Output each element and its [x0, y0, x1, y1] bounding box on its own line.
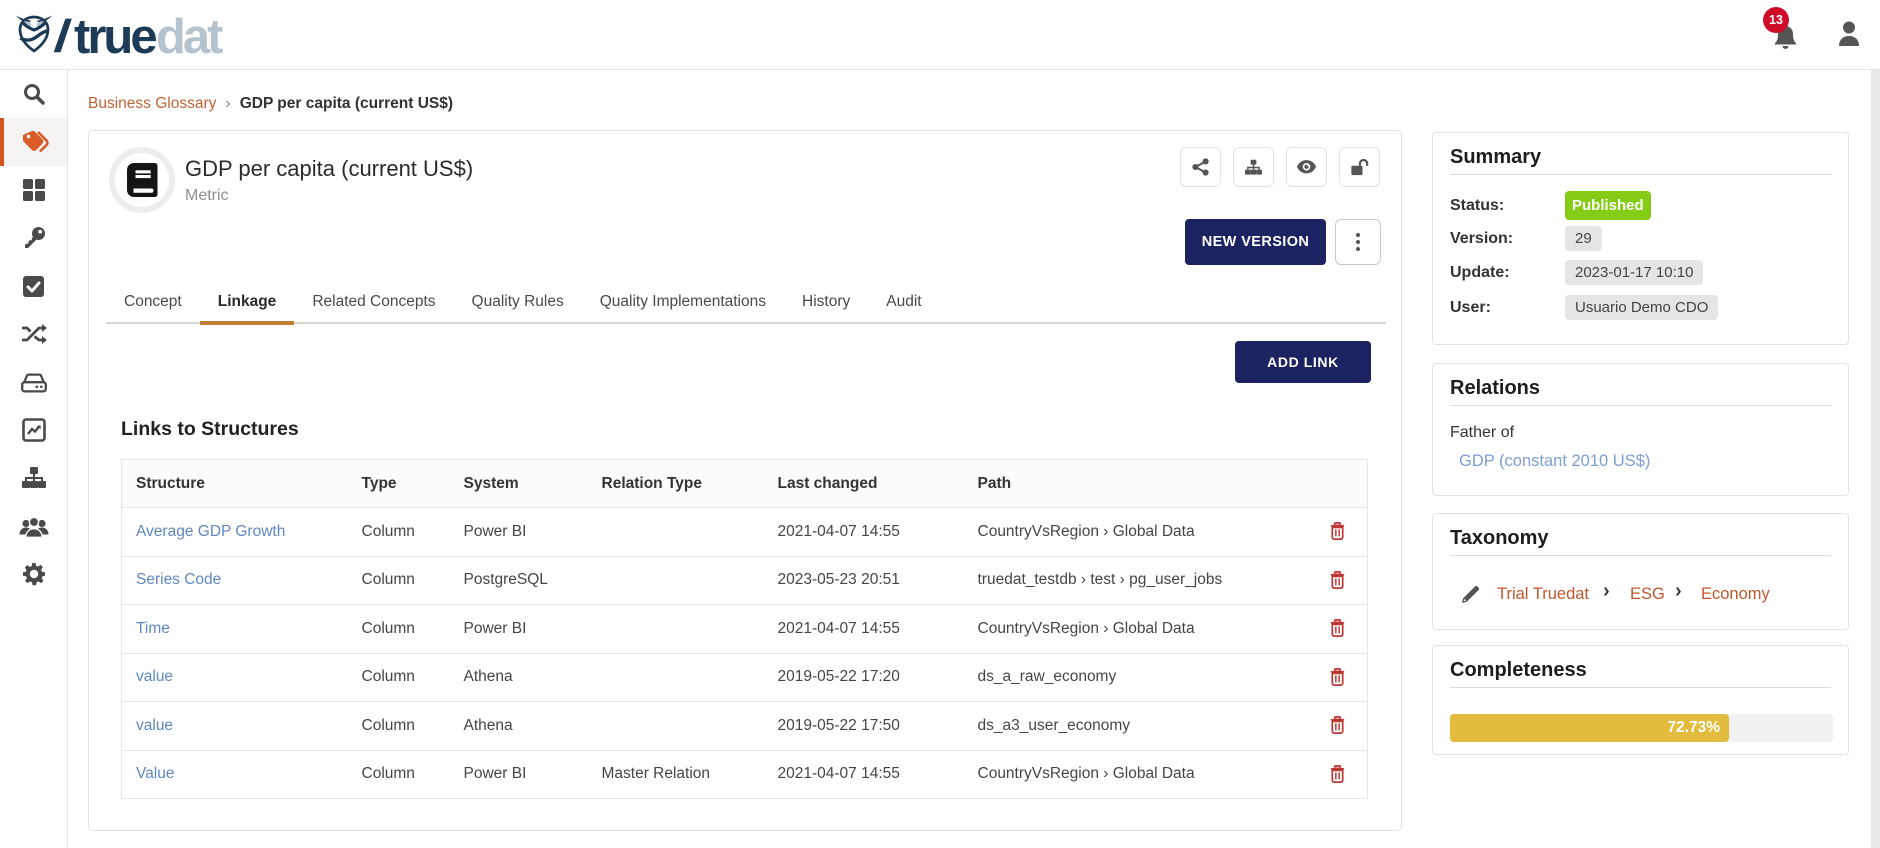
svg-text:dat: dat [156, 14, 223, 58]
svg-text:true: true [74, 14, 156, 58]
